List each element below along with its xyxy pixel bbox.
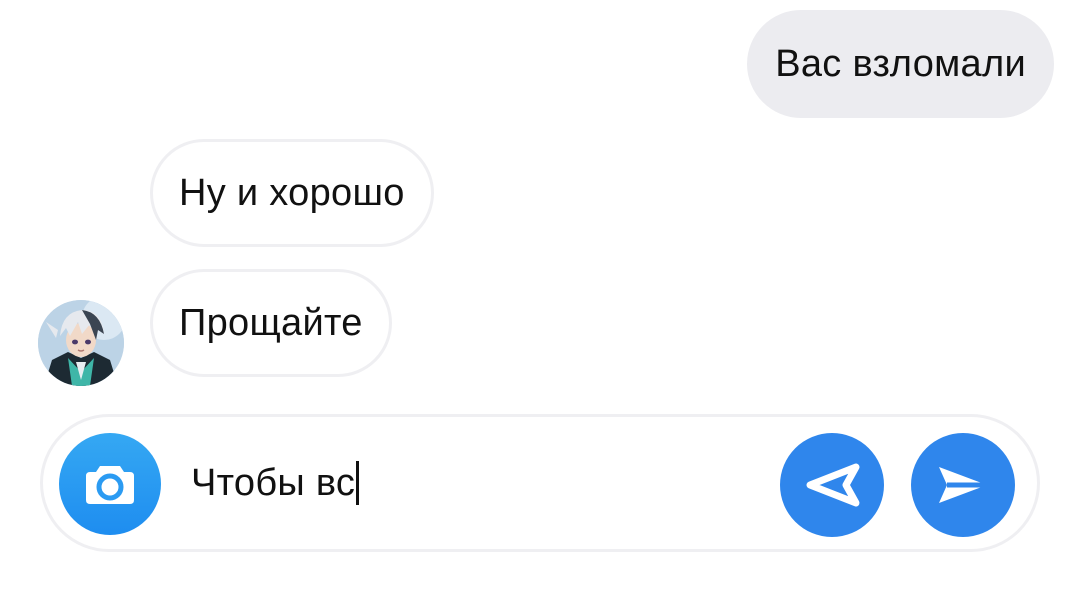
message-input[interactable]: Чтобы вс bbox=[191, 417, 360, 549]
message-text: Ну и хорошо bbox=[179, 171, 405, 214]
send-icon bbox=[939, 467, 987, 503]
anime-character-avatar-icon bbox=[38, 300, 124, 386]
message-outgoing[interactable]: Вас взломали bbox=[747, 10, 1054, 118]
camera-button[interactable] bbox=[59, 433, 161, 535]
text-caret bbox=[356, 461, 360, 505]
back-button[interactable] bbox=[780, 433, 884, 537]
message-incoming[interactable]: Прощайте bbox=[150, 269, 392, 377]
message-text: Прощайте bbox=[179, 301, 363, 344]
avatar[interactable] bbox=[38, 300, 124, 386]
arrow-left-icon bbox=[806, 463, 860, 507]
message-text: Вас взломали bbox=[775, 42, 1026, 85]
message-input-value: Чтобы вс bbox=[191, 461, 356, 504]
message-composer: Чтобы вс bbox=[40, 414, 1040, 552]
chat-screen: Вас взломали Ну и хорошо Прощайте Чтобы … bbox=[0, 0, 1080, 594]
camera-icon bbox=[86, 466, 134, 504]
send-button[interactable] bbox=[911, 433, 1015, 537]
message-incoming[interactable]: Ну и хорошо bbox=[150, 139, 434, 247]
